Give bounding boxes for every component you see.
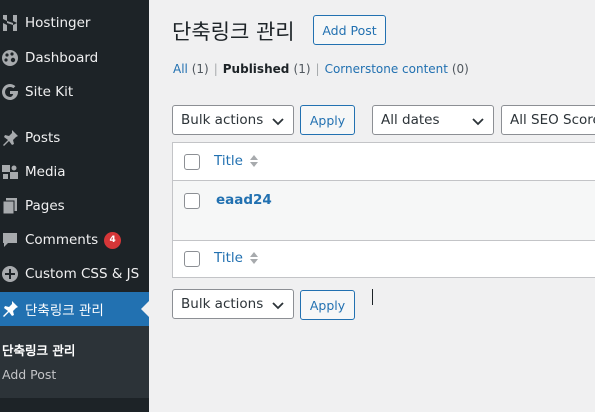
- table-row: eaad24: [173, 181, 595, 241]
- apply-button-top[interactable]: Apply: [300, 105, 355, 135]
- sidebar-submenu: 단축링크 관리 Add Post: [0, 326, 149, 398]
- posts-table: Title eaad24 Title: [172, 142, 595, 278]
- sort-icon: [249, 252, 258, 264]
- pin-icon: [0, 299, 20, 319]
- filter-cornerstone-link[interactable]: Cornerstone content (0): [325, 62, 469, 76]
- add-post-button[interactable]: Add Post: [313, 15, 386, 45]
- title-column-sort-footer[interactable]: Title: [214, 250, 259, 266]
- bulk-actions-select-bottom[interactable]: Bulk actions: [172, 289, 294, 319]
- pages-icon: [0, 196, 20, 216]
- sidebar-item-pages[interactable]: Pages: [0, 189, 149, 223]
- filter-published-link[interactable]: Published (1): [223, 62, 311, 76]
- submenu-item-add-post[interactable]: Add Post: [2, 367, 56, 382]
- post-title-link[interactable]: eaad24: [216, 192, 272, 208]
- text-cursor: [372, 289, 373, 305]
- comments-count-badge: 4: [104, 231, 122, 249]
- plus-circle-icon: [0, 264, 20, 284]
- filter-all-link[interactable]: All (1): [173, 62, 209, 76]
- admin-sidebar: Hostinger Dashboard Site Kit Posts Media…: [0, 0, 149, 412]
- select-all-checkbox-footer[interactable]: [184, 251, 200, 267]
- sidebar-item-custom-css-js[interactable]: Custom CSS & JS: [0, 257, 149, 291]
- pin-icon: [0, 128, 20, 148]
- sidebar-item-site-kit[interactable]: Site Kit: [0, 75, 149, 109]
- comment-icon: [0, 230, 20, 250]
- table-footer-row: Title: [173, 241, 595, 277]
- google-g-icon: [0, 82, 20, 102]
- apply-button-bottom[interactable]: Apply: [300, 290, 355, 320]
- seo-score-filter-select[interactable]: All SEO Scores: [501, 105, 595, 135]
- separator: |: [213, 62, 218, 76]
- page-title: 단축링크 관리: [172, 20, 295, 44]
- media-icon: [0, 162, 20, 182]
- separator: |: [315, 62, 320, 76]
- dates-filter-select[interactable]: All dates: [372, 105, 494, 135]
- bulk-actions-select-top[interactable]: Bulk actions: [172, 105, 294, 135]
- sidebar-item-posts[interactable]: Posts: [0, 121, 149, 155]
- status-filter-links: All (1) | Published (1) | Cornerstone conten…: [173, 62, 469, 76]
- chevron-down-icon: [272, 118, 284, 126]
- palette-icon: [0, 48, 20, 68]
- sidebar-item-comments[interactable]: Comments 4: [0, 223, 149, 257]
- submenu-item-short-links[interactable]: 단축링크 관리: [2, 340, 75, 359]
- select-all-checkbox[interactable]: [184, 154, 200, 170]
- sort-icon: [249, 155, 258, 167]
- title-column-sort[interactable]: Title: [214, 153, 259, 169]
- row-checkbox[interactable]: [184, 193, 200, 209]
- chevron-down-icon: [272, 302, 284, 310]
- chevron-down-icon: [472, 118, 484, 126]
- sidebar-item-short-links[interactable]: 단축링크 관리: [0, 292, 149, 326]
- sidebar-item-media[interactable]: Media: [0, 155, 149, 189]
- sidebar-item-hostinger[interactable]: Hostinger: [0, 6, 149, 40]
- hostinger-icon: [0, 13, 20, 33]
- sidebar-item-dashboard[interactable]: Dashboard: [0, 41, 149, 75]
- table-header-row: Title: [173, 143, 595, 181]
